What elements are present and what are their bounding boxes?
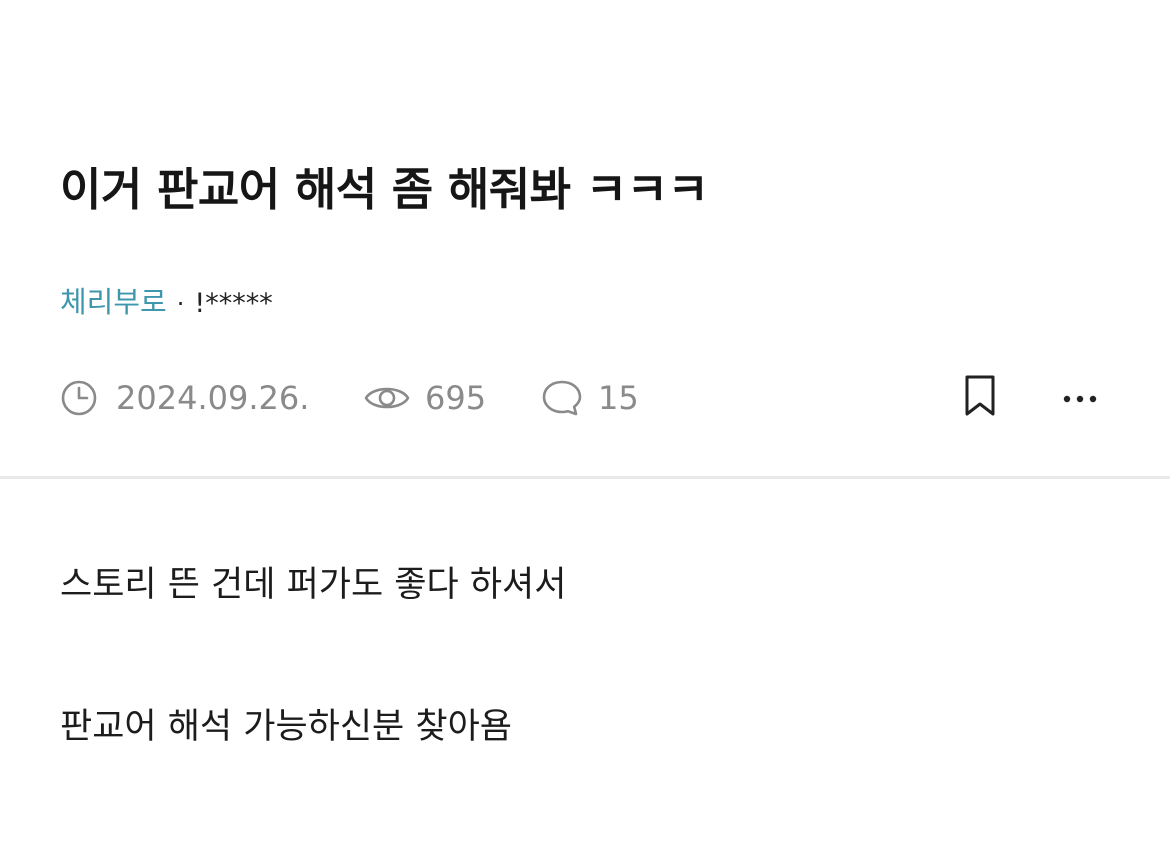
clock-icon [60, 379, 98, 417]
author-line: 체리부로 · !***** [60, 282, 273, 324]
post-views: 695 [363, 373, 486, 423]
more-options-button[interactable] [1055, 373, 1105, 423]
section-divider [0, 476, 1170, 479]
post-body: 스토리 뜬 건데 퍼가도 좋다 하셔서 판교어 해석 가능하신분 찾아욤 [60, 560, 1110, 752]
post-meta-bar: 2024.09.26. 695 15 [60, 373, 1110, 423]
bookmark-icon [962, 374, 998, 422]
author-name-link[interactable]: 체리부로 [60, 285, 167, 319]
bookmark-button[interactable] [955, 373, 1005, 423]
post-date-text: 2024.09.26. [116, 379, 310, 417]
post-comments-count: 15 [598, 379, 639, 417]
eye-icon [363, 381, 411, 415]
post-body-paragraph: 판교어 해석 가능하신분 찾아욤 [60, 707, 512, 747]
speech-bubble-icon [540, 378, 584, 418]
post-body-paragraph: 스토리 뜬 건데 퍼가도 좋다 하셔서 [60, 565, 567, 605]
author-separator: · [176, 290, 185, 318]
post-title: 이거 판교어 해석 좀 해줘봐 ㅋㅋㅋ [60, 163, 709, 216]
post-header: 이거 판교어 해석 좀 해줘봐 ㅋㅋㅋ [60, 160, 1110, 220]
post-comments[interactable]: 15 [540, 373, 639, 423]
more-dots-icon [1062, 389, 1098, 408]
post-date: 2024.09.26. [60, 373, 309, 423]
author-id: !***** [194, 288, 273, 319]
post-views-count: 695 [425, 379, 487, 417]
